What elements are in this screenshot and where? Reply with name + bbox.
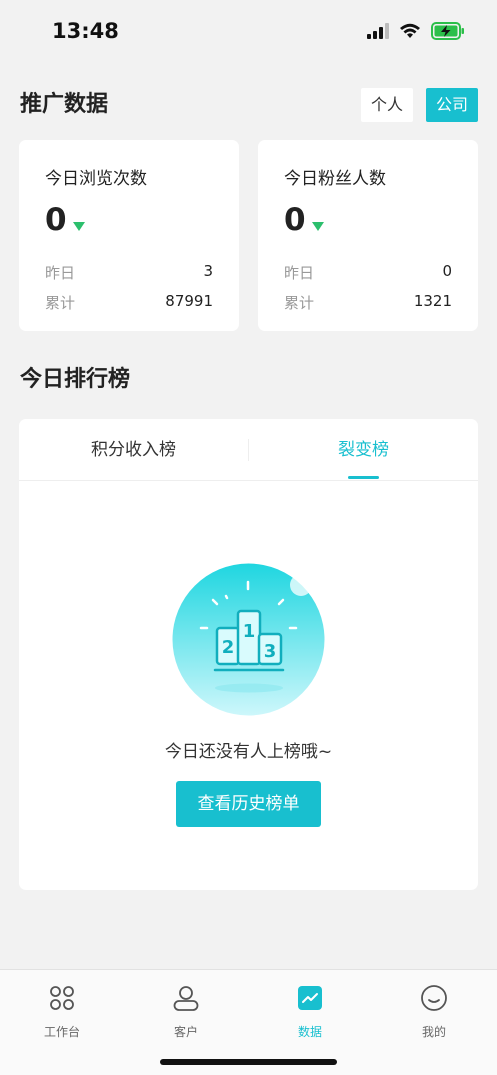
bottom-nav: 工作台 客户 数据 我的 xyxy=(0,969,497,1075)
battery-charging-icon xyxy=(431,22,464,40)
fans-title: 今日粉丝人数 xyxy=(284,169,386,189)
nav-item-data[interactable]: 数据 xyxy=(248,970,372,1050)
status-bar: 13:48 xyxy=(0,0,497,66)
company-button[interactable]: 公司 xyxy=(425,88,478,122)
yesterday-label: 昨日 xyxy=(45,264,76,282)
views-title: 今日浏览次数 xyxy=(45,169,147,189)
nav-label-data: 数据 xyxy=(297,1025,322,1039)
ranking-tabs: 积分收入榜 裂变榜 xyxy=(19,419,478,481)
ranking-card: 积分收入榜 裂变榜 2 1 3 今日还没有人上榜哦~ 查看历史榜单 xyxy=(19,419,478,890)
smile-icon xyxy=(421,985,447,1011)
nav-item-workbench[interactable]: 工作台 xyxy=(0,970,124,1050)
active-tab-indicator xyxy=(348,476,379,479)
nav-label-customers: 客户 xyxy=(173,1025,198,1039)
views-card: 今日浏览次数 0 昨日 3 累计 87991 xyxy=(19,140,239,331)
podium-first: 1 xyxy=(243,621,256,642)
view-history-button[interactable]: 查看历史榜单 xyxy=(176,781,321,827)
views-total-row: 累计 87991 xyxy=(45,292,213,313)
views-yesterday-value: 3 xyxy=(203,262,213,280)
status-time: 13:48 xyxy=(52,19,119,43)
home-indicator xyxy=(160,1059,337,1065)
grid-icon xyxy=(50,986,74,1010)
total-label: 累计 xyxy=(284,294,315,312)
wifi-icon xyxy=(400,23,420,38)
trend-down-icon xyxy=(312,222,324,231)
podium-third: 3 xyxy=(264,641,277,662)
nav-item-customers[interactable]: 客户 xyxy=(124,970,248,1050)
user-icon xyxy=(173,986,199,1011)
ranking-title: 今日排行榜 xyxy=(20,367,131,392)
fans-yesterday-row: 昨日 0 xyxy=(284,262,452,283)
views-total-value: 87991 xyxy=(165,292,213,310)
views-yesterday-row: 昨日 3 xyxy=(45,262,213,283)
fans-yesterday-value: 0 xyxy=(442,262,452,280)
signal-icon xyxy=(367,23,389,39)
personal-button[interactable]: 个人 xyxy=(360,88,413,122)
promo-header: 推广数据 个人 公司 xyxy=(20,88,478,122)
yesterday-label: 昨日 xyxy=(284,264,315,282)
nav-item-mine[interactable]: 我的 xyxy=(372,970,496,1050)
fans-total-value: 1321 xyxy=(413,292,452,310)
empty-state-text: 今日还没有人上榜哦~ xyxy=(164,742,333,762)
total-label: 累计 xyxy=(45,294,76,312)
views-value: 0 xyxy=(45,202,67,238)
tab-points-income[interactable]: 积分收入榜 xyxy=(19,419,248,481)
podium-second: 2 xyxy=(222,637,235,658)
trend-down-icon xyxy=(73,222,85,231)
tab-fission[interactable]: 裂变榜 xyxy=(249,419,478,481)
scope-toggle: 个人 公司 xyxy=(360,88,478,122)
nav-label-workbench: 工作台 xyxy=(43,1025,80,1039)
fans-total-row: 累计 1321 xyxy=(284,292,452,313)
nav-label-mine: 我的 xyxy=(421,1025,446,1039)
fans-card: 今日粉丝人数 0 昨日 0 累计 1321 xyxy=(258,140,478,331)
fans-value: 0 xyxy=(284,202,306,238)
status-icons xyxy=(367,22,465,40)
chart-icon xyxy=(298,986,322,1010)
podium-illustration: 2 1 3 xyxy=(172,563,325,716)
